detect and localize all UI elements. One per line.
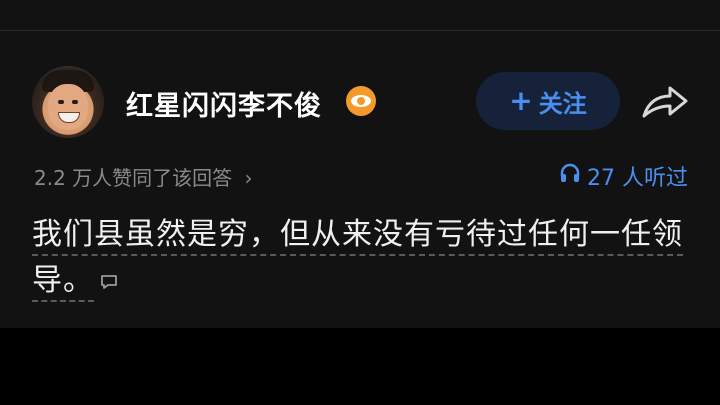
author-name[interactable]: 红星闪闪李不俊 — [126, 84, 322, 123]
answer-text: 我们县虽然是穷，但从来没有亏待过任何一任领导。 — [32, 217, 683, 302]
follow-label: 关注 — [538, 89, 587, 118]
listen-text: 27 人听过 — [587, 166, 688, 191]
follow-button[interactable]: + 关注 — [476, 72, 620, 130]
plus-icon: + — [509, 84, 533, 117]
chevron-right-icon: › — [244, 166, 253, 190]
likes-summary[interactable]: 2.2 万人赞同了该回答 › — [34, 162, 253, 191]
eye-badge-icon — [346, 86, 376, 116]
listen-count[interactable]: 27 人听过 — [559, 160, 688, 192]
answer-card: 红星闪闪李不俊 + 关注 2.2 万人赞同了该回答 › 27 人听过 我们县虽然… — [0, 0, 720, 328]
share-arrow-icon[interactable] — [640, 82, 690, 122]
likes-text: 2.2 万人赞同了该回答 — [34, 166, 233, 190]
avatar[interactable] — [32, 66, 104, 138]
divider — [0, 30, 720, 31]
headphones-icon — [559, 162, 581, 190]
answer-content[interactable]: 我们县虽然是穷，但从来没有亏待过任何一任领导。 — [32, 212, 692, 305]
comment-icon[interactable] — [100, 259, 118, 305]
